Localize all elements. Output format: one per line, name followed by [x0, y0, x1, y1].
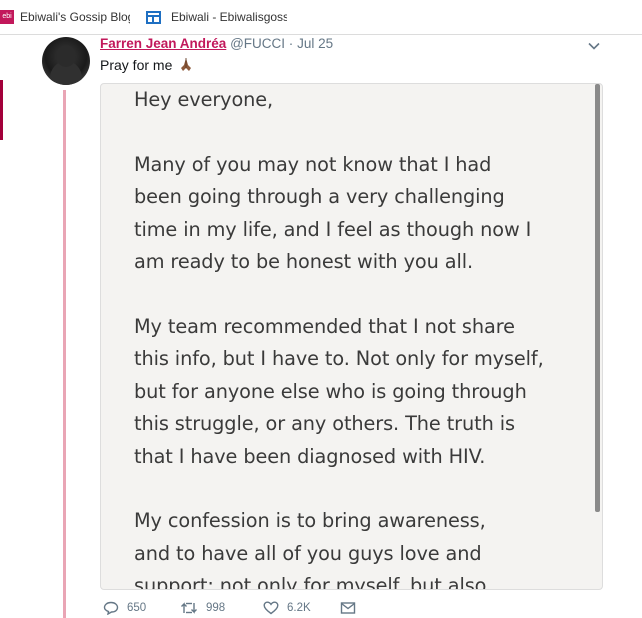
bookmarks-bar: ebi Ebiwali's Gossip Blog Ebiwali - Ebiw…: [0, 0, 642, 35]
reply-button[interactable]: 650: [103, 601, 180, 615]
like-button[interactable]: 6.2K: [263, 601, 340, 615]
tweet-text: Pray for me: [100, 56, 194, 73]
separator: ·: [288, 36, 294, 51]
folded-hands-icon: [181, 58, 192, 71]
tweet-image[interactable]: Hey everyone, Many of you may not know t…: [100, 83, 603, 590]
tweet-body: Pray for me: [100, 57, 173, 73]
tweet-date[interactable]: Jul 25: [297, 36, 333, 51]
bookmark-label: Ebiwali's Gossip Blog: [20, 10, 130, 24]
envelope-icon: [340, 602, 356, 614]
reply-icon: [103, 601, 119, 615]
image-scrollbar: [595, 84, 600, 512]
tweet-actions: 650 998 6.2K: [103, 598, 356, 618]
thread-line: [63, 90, 66, 618]
page-accent-strip: [0, 80, 3, 140]
like-count: 6.2K: [287, 602, 311, 614]
note-paragraph: My team recommended that I not share thi…: [134, 314, 544, 468]
window-icon: [146, 10, 161, 24]
notes-screenshot-text: Hey everyone, Many of you may not know t…: [134, 84, 574, 590]
bookmark-ebiwali[interactable]: Ebiwali - Ebiwalisgossip: [138, 0, 287, 34]
note-paragraph: Many of you may not know that I had been…: [134, 152, 532, 274]
retweet-icon: [181, 602, 197, 614]
blog-favicon: ebi: [0, 10, 14, 24]
tweet-header: Farren Jean Andréa @FUCCI · Jul 25: [100, 36, 333, 51]
chevron-down-icon[interactable]: [588, 40, 600, 52]
note-paragraph: My confession is to bring awareness, and…: [134, 509, 487, 590]
heart-icon: [263, 601, 279, 615]
retweet-button[interactable]: 998: [180, 601, 263, 615]
user-handle[interactable]: @FUCCI: [230, 36, 285, 51]
reply-count: 650: [127, 602, 147, 614]
display-name[interactable]: Farren Jean Andréa: [100, 36, 226, 51]
bookmark-ebiwalis-gossip-blog[interactable]: ebi Ebiwali's Gossip Blog: [0, 0, 138, 34]
direct-message-button[interactable]: [340, 601, 356, 615]
avatar[interactable]: [42, 37, 90, 85]
retweet-count: 998: [206, 602, 226, 614]
bookmark-label: Ebiwali - Ebiwalisgossip: [171, 10, 287, 24]
note-greeting: Hey everyone,: [134, 88, 274, 111]
